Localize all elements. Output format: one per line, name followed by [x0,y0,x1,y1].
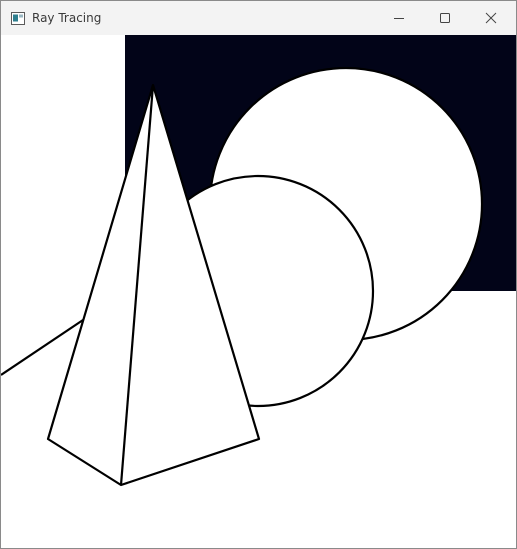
scene-render [1,35,516,487]
close-icon [485,12,497,24]
maximize-icon [440,13,450,23]
minimize-button[interactable] [376,1,422,35]
window-title: Ray Tracing [32,11,102,25]
close-button[interactable] [468,1,514,35]
title-bar[interactable]: Ray Tracing [1,1,516,35]
minimize-icon [394,18,404,19]
app-icon [11,12,25,25]
app-window: Ray Tracing [0,0,517,549]
render-canvas [1,35,516,548]
maximize-button[interactable] [422,1,468,35]
